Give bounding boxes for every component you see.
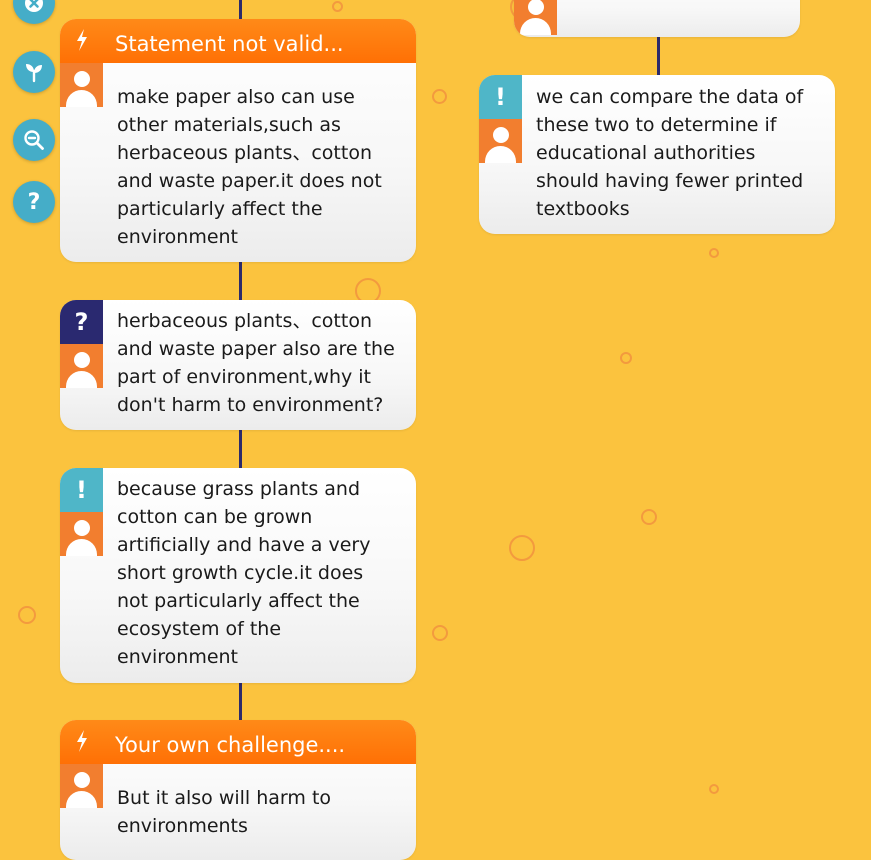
answer-text: because grass plants and cotton can be g… [117,478,371,668]
close-icon [25,0,43,12]
avatar [479,119,522,163]
right-answer-card[interactable]: ! we can compare the data of these two t… [479,75,835,234]
decor-circle [509,535,535,561]
statement-header: Statement not valid... [60,19,416,63]
decor-circle [620,352,632,364]
question-text: herbaceous plants、cotton and waste paper… [117,310,395,416]
avatar [514,0,557,35]
connector-line [239,261,242,301]
decor-circle [641,509,657,525]
sprout-icon [26,64,42,83]
challenge-header: Your own challenge.... [60,720,416,764]
zoom-out-icon [24,130,44,150]
connector-line [239,429,242,469]
avatar [60,764,103,808]
statement-card[interactable]: Statement not valid... make paper also c… [60,19,416,262]
avatar [60,344,103,388]
connector-line [239,682,242,722]
help-button[interactable]: ? [13,181,55,223]
decor-circle [432,625,448,641]
decor-circle [709,784,719,794]
right-answer-text: we can compare the data of these two to … [536,86,804,220]
decor-circle [332,1,343,12]
bolt-icon [77,29,87,51]
close-button[interactable] [13,0,55,24]
statement-text: make paper also can use other materials,… [117,86,382,248]
avatar [60,63,103,107]
question-card[interactable]: ? herbaceous plants、cotton and waste pap… [60,300,416,430]
exclamation-icon: ! [60,468,103,512]
challenge-title: Your own challenge.... [115,733,346,757]
help-icon: ? [27,189,41,215]
decor-circle [18,606,36,624]
connector-line [239,0,242,20]
zoom-out-button[interactable] [13,119,55,161]
avatar [60,512,103,556]
decor-circle [709,248,719,258]
answer-card[interactable]: ! because grass plants and cotton can be… [60,468,416,683]
statement-title: Statement not valid... [115,32,344,56]
challenge-card[interactable]: Your own challenge.... But it also will … [60,720,416,860]
question-icon: ? [60,300,103,344]
decor-circle [432,89,447,104]
bolt-icon [77,730,87,752]
sprout-button[interactable] [13,51,55,93]
connector-line [657,37,660,77]
challenge-text: But it also will harm to environments [117,787,332,837]
partial-card[interactable] [514,0,800,37]
exclamation-icon: ! [479,75,522,119]
